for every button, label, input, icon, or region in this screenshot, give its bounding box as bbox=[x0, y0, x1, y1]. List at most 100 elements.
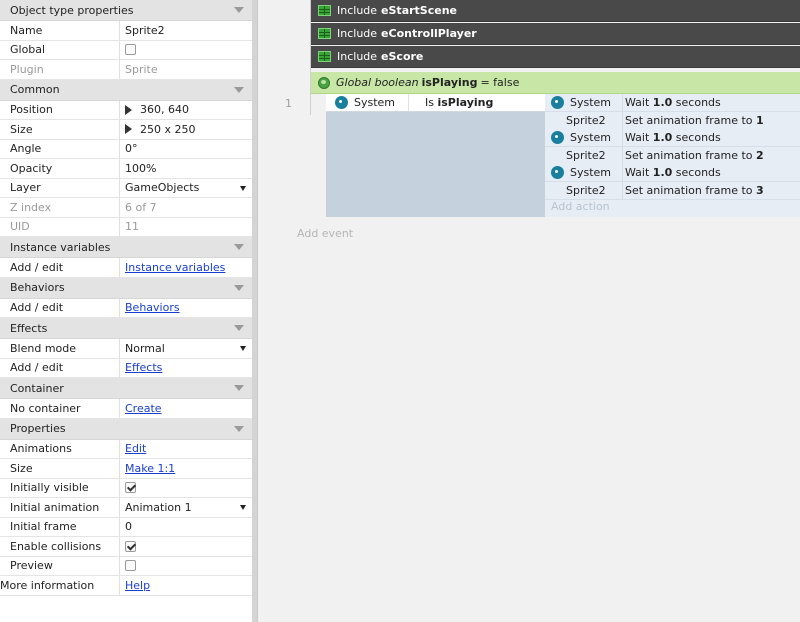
action-text[interactable]: Set animation frame to 2 bbox=[623, 149, 764, 162]
action-object[interactable]: Sprite2 bbox=[545, 181, 623, 199]
property-value[interactable]: 100% bbox=[120, 159, 252, 178]
section-common[interactable]: Common bbox=[0, 79, 252, 101]
action-prefix: Wait bbox=[625, 96, 650, 109]
action-text[interactable]: Wait 1.0 seconds bbox=[623, 166, 721, 179]
expand-arrow-icon[interactable] bbox=[125, 104, 132, 115]
property-value[interactable]: Sprite2 bbox=[120, 21, 252, 40]
property-value[interactable] bbox=[120, 557, 252, 576]
global-var-value: = false bbox=[480, 76, 520, 89]
property-link[interactable]: Create bbox=[125, 402, 162, 415]
action-object-label: System bbox=[570, 166, 612, 179]
section-container[interactable]: Container bbox=[0, 378, 252, 399]
property-value[interactable]: GameObjects bbox=[120, 179, 252, 198]
section-properties[interactable]: Properties bbox=[0, 418, 252, 440]
dropdown-arrow-icon[interactable] bbox=[240, 346, 246, 352]
property-value[interactable] bbox=[120, 537, 252, 556]
global-var-prefix: Global boolean bbox=[336, 76, 419, 89]
property-value[interactable]: Create bbox=[120, 399, 252, 418]
chevron-down-icon[interactable] bbox=[234, 7, 244, 13]
action-row[interactable]: Sprite2 Set animation frame to 3 bbox=[545, 181, 800, 200]
property-link[interactable]: Behaviors bbox=[125, 301, 180, 314]
include-row[interactable]: Include eScore bbox=[311, 46, 800, 68]
section-label: Common bbox=[10, 83, 60, 96]
section-effects[interactable]: Effects bbox=[0, 318, 252, 339]
property-value[interactable]: 360, 640 bbox=[120, 101, 252, 120]
property-link[interactable]: Effects bbox=[125, 361, 162, 374]
dropdown-arrow-icon[interactable] bbox=[240, 185, 246, 191]
property-row-z-index: Z index 6 of 7 bbox=[0, 198, 252, 218]
dropdown-arrow-icon[interactable] bbox=[240, 505, 246, 511]
expand-arrow-icon[interactable] bbox=[125, 124, 132, 135]
property-value[interactable]: Animation 1 bbox=[120, 498, 252, 517]
property-value[interactable]: Instance variables bbox=[120, 258, 252, 277]
action-text[interactable]: Set animation frame to 1 bbox=[623, 114, 764, 127]
action-text[interactable]: Set animation frame to 3 bbox=[623, 184, 764, 197]
action-object[interactable]: Sprite2 bbox=[545, 146, 623, 164]
chevron-down-icon[interactable] bbox=[234, 284, 244, 291]
property-value[interactable]: Behaviors bbox=[120, 299, 252, 318]
property-label: Initial animation bbox=[0, 498, 120, 517]
property-link[interactable]: Edit bbox=[125, 442, 146, 455]
property-value[interactable]: Make 1:1 bbox=[120, 459, 252, 478]
action-row[interactable]: System Wait 1.0 seconds bbox=[545, 94, 800, 112]
action-row[interactable]: Sprite2 Set animation frame to 1 bbox=[545, 111, 800, 130]
chevron-down-icon[interactable] bbox=[234, 325, 244, 331]
chevron-down-icon[interactable] bbox=[234, 86, 244, 93]
property-link[interactable]: Instance variables bbox=[125, 261, 225, 274]
condition-object[interactable]: System bbox=[326, 94, 409, 111]
actions-area[interactable]: Add action System Wait 1.0 seconds Sprite2… bbox=[545, 94, 800, 217]
property-value[interactable]: Edit bbox=[120, 440, 252, 459]
action-row[interactable]: Sprite2 Set animation frame to 2 bbox=[545, 146, 800, 165]
action-object[interactable]: System bbox=[545, 129, 623, 146]
checkbox[interactable] bbox=[125, 540, 136, 552]
checkbox[interactable] bbox=[125, 44, 136, 56]
action-row[interactable]: System Wait 1.0 seconds bbox=[545, 129, 800, 147]
action-text[interactable]: Wait 1.0 seconds bbox=[623, 96, 721, 109]
checkbox[interactable] bbox=[125, 482, 136, 494]
chevron-down-icon[interactable] bbox=[234, 385, 244, 391]
action-object[interactable]: System bbox=[545, 164, 623, 181]
property-label: Size bbox=[0, 120, 120, 139]
include-row[interactable]: Include eStartScene bbox=[311, 0, 800, 22]
add-event-link[interactable]: Add event bbox=[297, 227, 353, 240]
condition-area[interactable]: System Is isPlaying bbox=[326, 94, 545, 217]
property-link[interactable]: Make 1:1 bbox=[125, 462, 175, 475]
property-value[interactable] bbox=[120, 41, 252, 60]
property-value[interactable]: Effects bbox=[120, 359, 252, 378]
global-variable-row[interactable]: Global boolean isPlaying = false bbox=[311, 72, 800, 94]
action-text[interactable]: Wait 1.0 seconds bbox=[623, 131, 721, 144]
action-object[interactable]: System bbox=[545, 94, 623, 111]
action-prefix: Set animation frame to bbox=[625, 148, 753, 162]
checkbox[interactable] bbox=[125, 560, 136, 572]
action-row[interactable]: System Wait 1.0 seconds bbox=[545, 164, 800, 182]
property-label: Add / edit bbox=[0, 298, 120, 317]
section-instance-variables[interactable]: Instance variables bbox=[0, 237, 252, 258]
property-value[interactable]: 250 x 250 bbox=[120, 120, 252, 139]
property-value[interactable]: Help bbox=[120, 576, 252, 595]
system-gear-icon bbox=[335, 96, 348, 109]
properties-scrollbar[interactable] bbox=[252, 0, 258, 622]
chevron-down-icon[interactable] bbox=[234, 425, 244, 432]
include-row[interactable]: Include eControllPlayer bbox=[311, 23, 800, 45]
condition-object-label: System bbox=[354, 96, 396, 109]
property-row-size: Size 250 x 250 bbox=[0, 120, 252, 140]
add-action-link[interactable]: Add action bbox=[551, 200, 610, 213]
include-prefix: Include bbox=[337, 27, 378, 40]
include-name: eStartScene bbox=[381, 4, 457, 17]
property-value: Sprite bbox=[120, 60, 252, 79]
chevron-down-icon[interactable] bbox=[234, 244, 244, 250]
property-value[interactable]: 0 bbox=[120, 518, 252, 537]
property-value[interactable]: 0° bbox=[120, 140, 252, 159]
condition-text[interactable]: Is isPlaying bbox=[409, 96, 493, 109]
action-object[interactable]: Sprite2 bbox=[545, 111, 623, 129]
event-block[interactable]: System Is isPlaying Add action System Wai… bbox=[311, 94, 800, 217]
action-param: 1.0 bbox=[652, 131, 673, 144]
property-value[interactable] bbox=[120, 479, 252, 498]
property-link[interactable]: Help bbox=[125, 579, 150, 592]
property-value-text: Animation 1 bbox=[125, 500, 192, 514]
condition-row[interactable]: System Is isPlaying bbox=[326, 94, 545, 112]
property-value-text: 0° bbox=[125, 142, 138, 156]
section-behaviors[interactable]: Behaviors bbox=[0, 277, 252, 299]
property-value[interactable]: Normal bbox=[120, 339, 252, 358]
section-object-type-properties[interactable]: Object type properties bbox=[0, 0, 252, 21]
